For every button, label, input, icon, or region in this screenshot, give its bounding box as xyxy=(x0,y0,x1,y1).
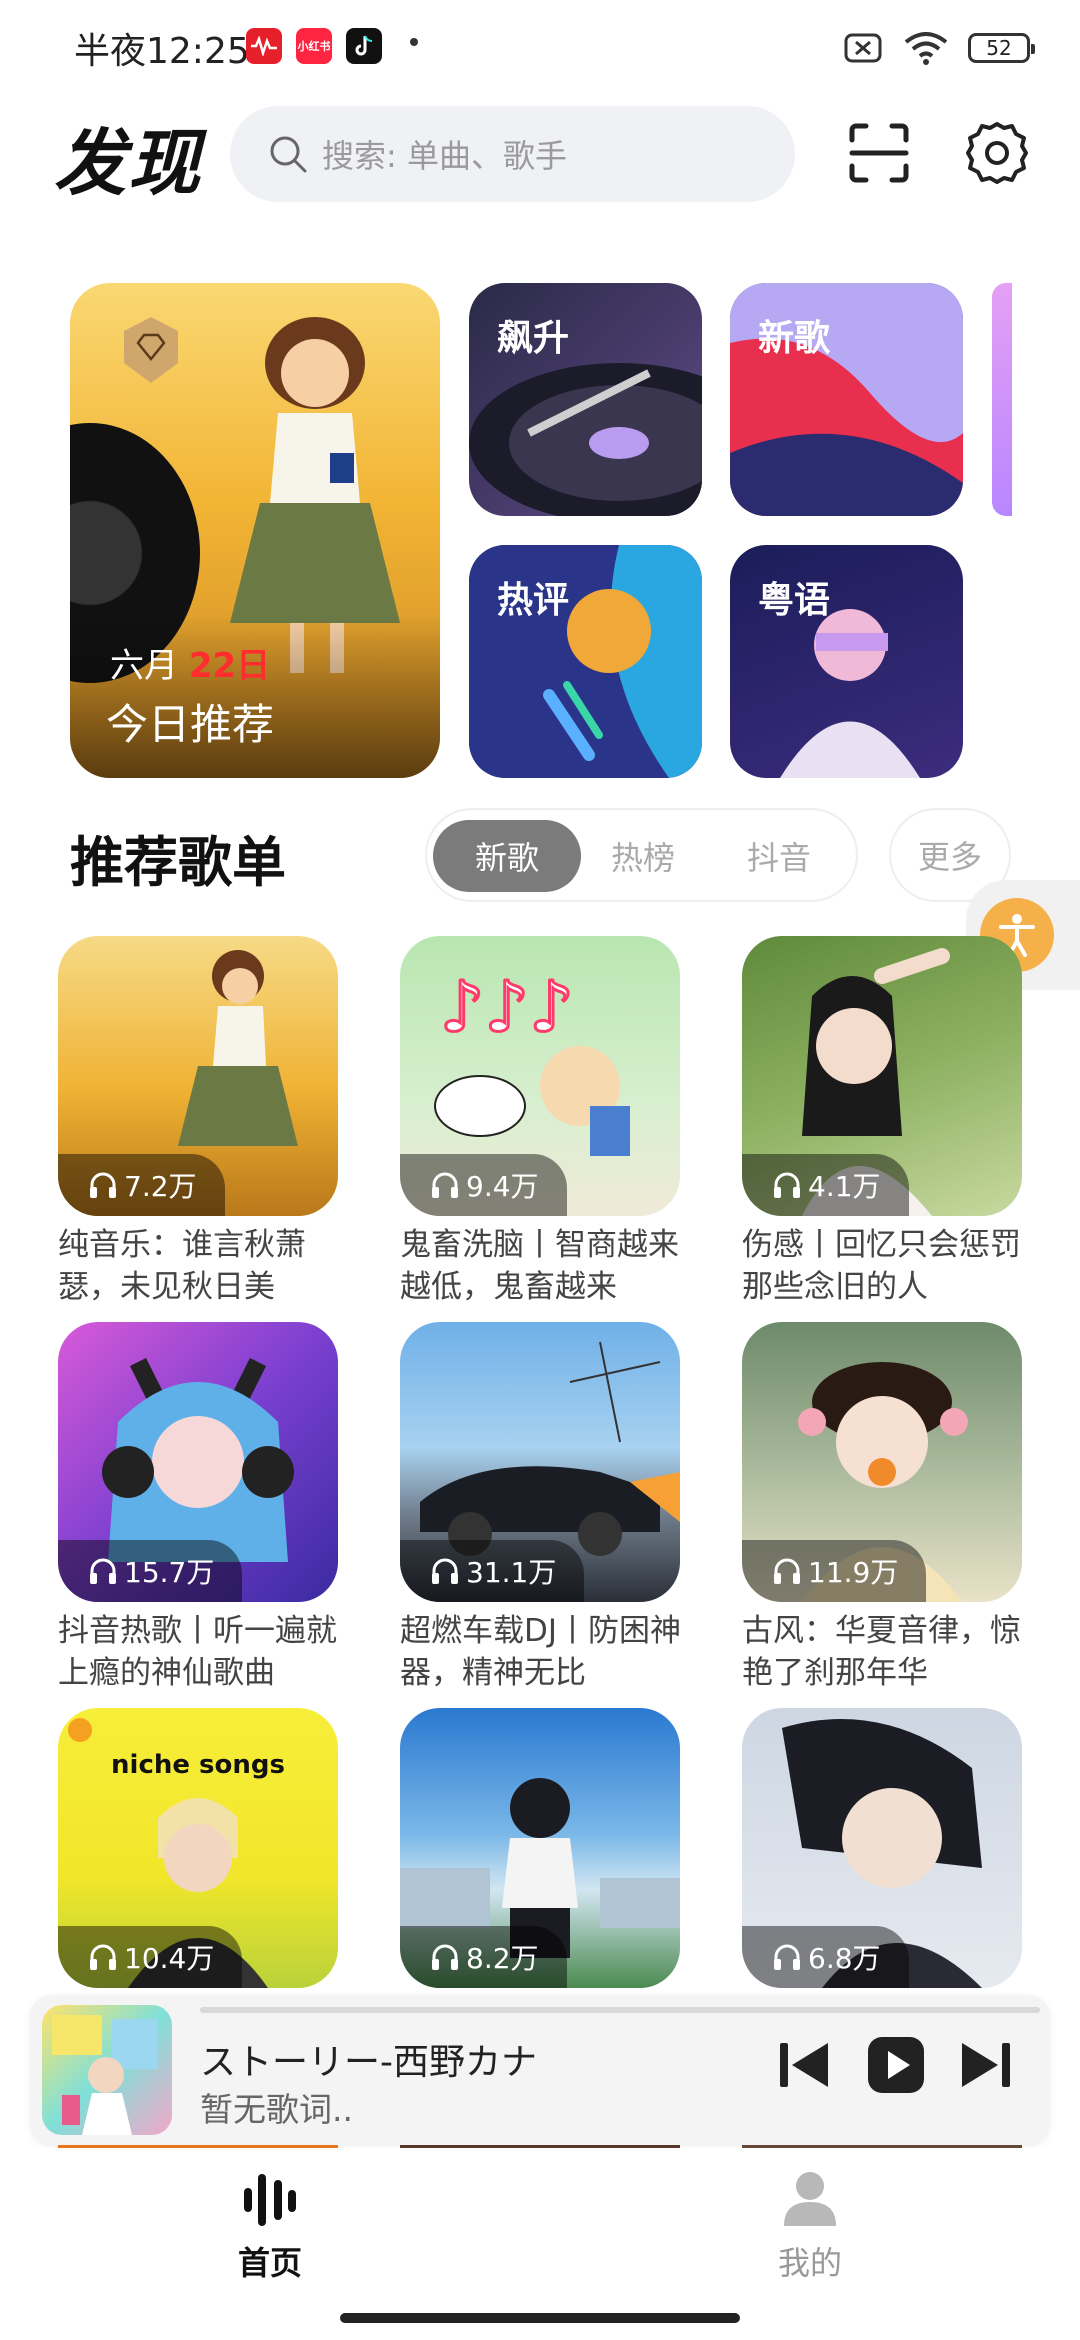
section-title: 推荐歌单 xyxy=(70,831,286,894)
tab-mine[interactable]: 我的 xyxy=(720,2166,900,2284)
play-count: 4.1万 xyxy=(808,1170,881,1203)
previous-track-icon[interactable] xyxy=(772,2033,836,2097)
status-bar: 半夜12:25 小红书 52 xyxy=(0,0,1080,96)
playlist-card[interactable]: 15.7万 抖音热歌丨听一遍就上瘾的神仙歌曲 xyxy=(58,1322,338,1694)
search-placeholder: 搜索: 单曲、歌手 xyxy=(322,137,567,175)
playlist-cover: 31.1万 xyxy=(400,1322,680,1602)
daily-recommend-card[interactable]: 六月 22日 今日推荐 xyxy=(70,283,440,778)
mini-player[interactable]: ストーリー-西野カナ 暂无歌词.. xyxy=(30,1995,1050,2145)
playlist-title: 超燃车载DJ丨防困神器，精神无比 xyxy=(400,1613,682,1691)
notification-dot-icon xyxy=(410,38,418,46)
chart-card-hot-comments[interactable]: 热评 xyxy=(469,545,702,778)
playlist-cover: 8.2万 xyxy=(400,1708,680,1988)
diamond-badge-icon xyxy=(124,317,178,383)
tab-mine-label: 我的 xyxy=(777,2244,842,2282)
chart-card-partial[interactable] xyxy=(992,283,1012,516)
player-album-cover[interactable] xyxy=(42,2005,172,2135)
play-count: 7.2万 xyxy=(124,1170,197,1203)
player-lyric: 暂无歌词.. xyxy=(200,2090,353,2129)
headphones-icon xyxy=(774,1172,800,1198)
cover-text: niche songs xyxy=(111,1750,285,1780)
play-button-icon[interactable] xyxy=(864,2033,928,2097)
next-track-icon[interactable] xyxy=(954,2033,1018,2097)
playlist-card[interactable]: 11.9万 古风：华夏音律，惊艳了刹那年华 xyxy=(742,1322,1022,1694)
playlist-cover: niche songs 10.4万 xyxy=(58,1708,338,1988)
status-time: 半夜12:25 xyxy=(74,31,250,72)
player-progress-bar[interactable] xyxy=(200,2007,1040,2013)
playlist-card[interactable]: 4.1万 伤感丨回忆只会惩罚那些念旧的人 xyxy=(742,936,1022,1308)
headphones-icon xyxy=(774,1944,800,1970)
bottom-tab-bar: 首页 我的 xyxy=(0,2148,1080,2340)
playlist-card[interactable]: ♪♪♪ 9.4万 鬼畜洗脑丨智商越来越低，鬼畜越来 xyxy=(400,936,680,1308)
headphones-icon xyxy=(432,1944,458,1970)
play-count: 15.7万 xyxy=(124,1556,215,1589)
playlist-cover: 7.2万 xyxy=(58,936,338,1216)
playlist-cover: 15.7万 xyxy=(58,1322,338,1602)
home-indicator[interactable] xyxy=(340,2313,740,2323)
tab-home-label: 首页 xyxy=(237,2244,302,2282)
chart-card-new-songs[interactable]: 新歌 xyxy=(730,283,963,516)
search-bar[interactable]: 搜索: 单曲、歌手 xyxy=(230,106,795,202)
play-count: 6.8万 xyxy=(808,1942,881,1975)
playlist-cover: 6.8万 xyxy=(742,1708,1022,1988)
daily-date: 六月 22日 xyxy=(110,646,271,686)
play-count: 11.9万 xyxy=(808,1556,899,1589)
play-count: 31.1万 xyxy=(466,1556,557,1589)
tab-home[interactable]: 首页 xyxy=(180,2166,360,2284)
xiaohongshu-icon: 小红书 xyxy=(296,28,332,64)
home-waveform-icon xyxy=(244,2174,296,2226)
page-title: 发现 xyxy=(54,121,203,205)
headphones-icon xyxy=(90,1558,116,1584)
play-count: 10.4万 xyxy=(124,1942,215,1975)
headphones-icon xyxy=(90,1944,116,1970)
tiktok-icon xyxy=(346,28,382,64)
wifi-icon xyxy=(904,32,948,65)
playlist-title: 鬼畜洗脑丨智商越来越低，鬼畜越来 xyxy=(400,1227,679,1305)
headphones-icon xyxy=(432,1172,458,1198)
playlist-cover: ♪♪♪ 9.4万 xyxy=(400,936,680,1216)
playlist-card[interactable]: 7.2万 纯音乐：谁言秋萧瑟，未见秋日美 xyxy=(58,936,338,1308)
headphones-icon xyxy=(90,1172,116,1198)
play-count: 9.4万 xyxy=(466,1170,539,1203)
play-count: 8.2万 xyxy=(466,1942,539,1975)
settings-gear-icon[interactable] xyxy=(964,120,1030,186)
headphones-icon xyxy=(774,1558,800,1584)
playlist-cover: 4.1万 xyxy=(742,936,1022,1216)
playlist-title: 抖音热歌丨听一遍就上瘾的神仙歌曲 xyxy=(58,1613,337,1691)
chart-card-rising[interactable]: 飙升 xyxy=(469,283,702,516)
chart-card-cantonese[interactable]: 粤语 xyxy=(730,545,963,778)
netease-music-icon xyxy=(246,28,282,64)
search-icon xyxy=(270,136,307,173)
no-sim-icon xyxy=(844,33,882,63)
playlist-card[interactable]: 8.2万 xyxy=(400,1708,680,1988)
playlist-card[interactable]: 31.1万 超燃车载DJ丨防困神器，精神无比 xyxy=(400,1322,681,1694)
tab-douyin[interactable]: 抖音 xyxy=(705,820,853,892)
user-profile-icon xyxy=(784,2172,836,2226)
player-song-title: ストーリー-西野カナ xyxy=(200,2042,537,2083)
playlist-title: 古风：华夏音律，惊艳了刹那年华 xyxy=(742,1613,1021,1691)
battery-indicator: 52 xyxy=(968,33,1035,63)
tab-hot-list[interactable]: 热榜 xyxy=(569,820,717,892)
playlist-card[interactable]: 6.8万 xyxy=(742,1708,1022,1988)
playlist-title: 伤感丨回忆只会惩罚那些念旧的人 xyxy=(742,1227,1021,1305)
playlist-title: 纯音乐：谁言秋萧瑟，未见秋日美 xyxy=(58,1227,306,1305)
playlist-cover: 11.9万 xyxy=(742,1322,1022,1602)
svg-text:♪♪♪: ♪♪♪ xyxy=(440,966,574,1048)
header: 发现 搜索: 单曲、歌手 xyxy=(0,96,1080,206)
playlist-card[interactable]: niche songs 10.4万 xyxy=(58,1708,338,1988)
scan-icon[interactable] xyxy=(846,120,912,186)
playlist-tab-group: 新歌 热榜 抖音 xyxy=(425,808,858,902)
headphones-icon xyxy=(432,1558,458,1584)
daily-recommend-label: 今日推荐 xyxy=(106,700,275,749)
tab-new-songs[interactable]: 新歌 xyxy=(433,820,581,892)
